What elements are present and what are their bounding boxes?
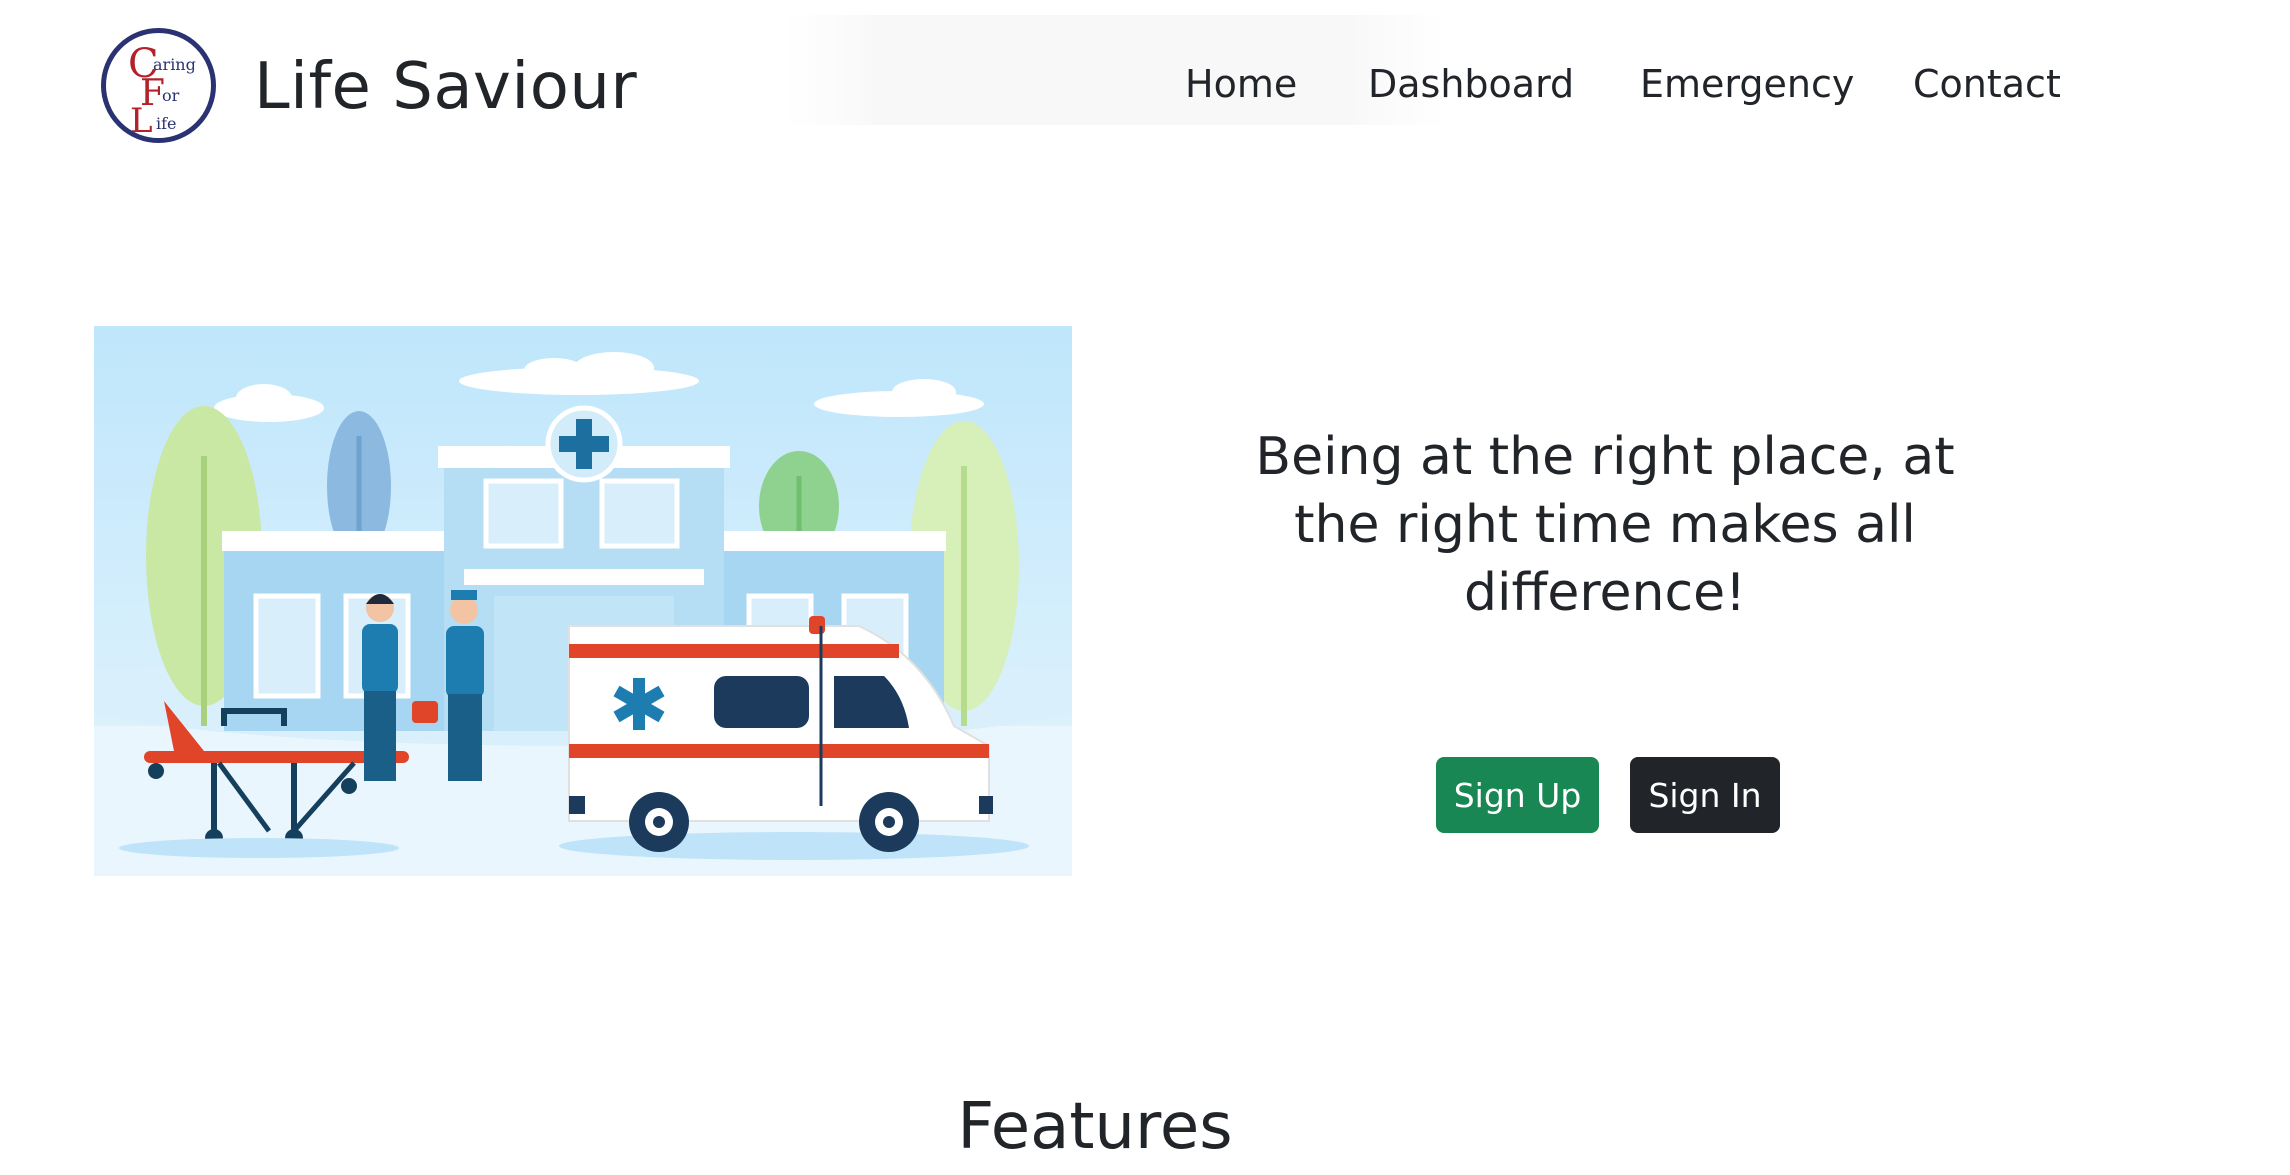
site-logo[interactable]: C aring F or L ife: [100, 27, 217, 144]
caring-for-life-logo-icon: C aring F or L ife: [101, 28, 216, 143]
svg-text:aring: aring: [153, 55, 196, 74]
nav-dashboard-link[interactable]: Dashboard: [1368, 62, 1574, 106]
nav-backdrop: [785, 15, 1445, 125]
sign-up-button[interactable]: Sign Up: [1436, 757, 1599, 833]
nav-home-link[interactable]: Home: [1185, 62, 1297, 106]
hero-headline: Being at the right place, at the right t…: [1255, 427, 1955, 623]
hospital-ambulance-illustration: [63, 326, 1103, 876]
svg-text:L: L: [130, 101, 153, 141]
svg-text:ife: ife: [156, 114, 177, 133]
nav-emergency-link[interactable]: Emergency: [1640, 62, 1854, 106]
nav-contact-link[interactable]: Contact: [1913, 62, 2061, 106]
brand-name[interactable]: Life Saviour: [254, 50, 637, 124]
svg-text:or: or: [162, 86, 180, 105]
features-heading: Features: [957, 1090, 1233, 1164]
sign-in-button[interactable]: Sign In: [1630, 757, 1780, 833]
